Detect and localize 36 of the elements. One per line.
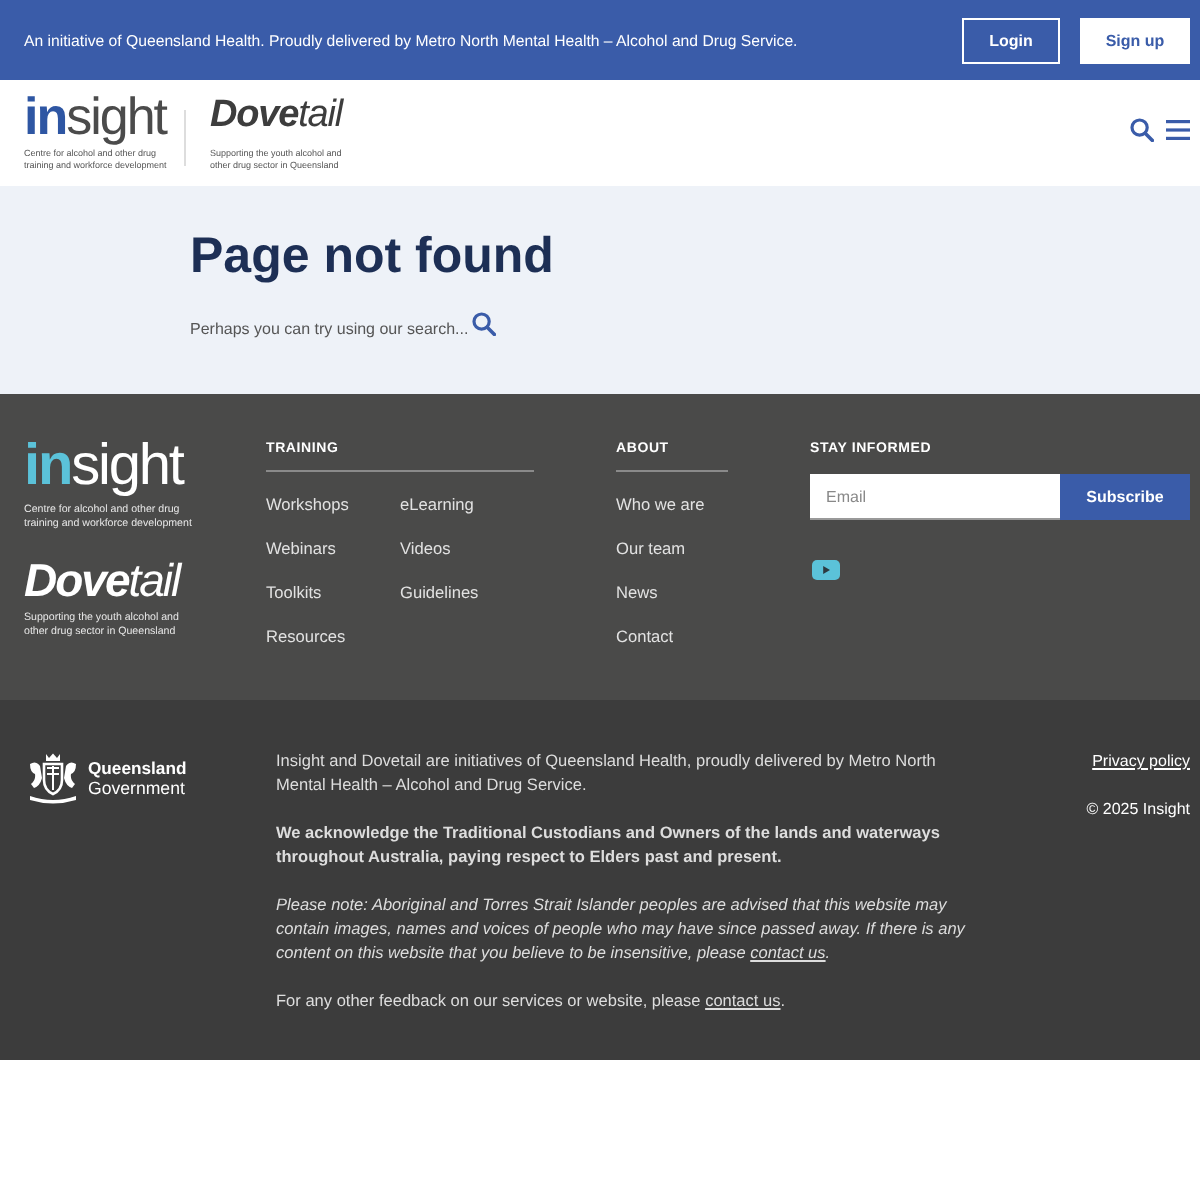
footer-link[interactable]: Guidelines [400, 580, 479, 604]
page-title: Page not found [190, 226, 554, 286]
email-field[interactable]: Email [810, 474, 1060, 520]
footer-link[interactable]: Toolkits [266, 580, 322, 604]
menu-icon[interactable] [1166, 119, 1190, 139]
footer-link[interactable]: eLearning [400, 492, 474, 516]
copyright-text: © 2025 Insight [1086, 798, 1190, 822]
footer-link[interactable]: Resources [266, 624, 346, 648]
footer-link[interactable]: News [616, 580, 658, 604]
acknowledgement-text: We acknowledge the Traditional Custodians and Owners of the lands and waterways throughout Australia, paying respect to Elders past and present. [276, 822, 942, 870]
login-button[interactable]: Login [962, 17, 1060, 63]
subscribe-button[interactable]: Subscribe [1060, 474, 1190, 520]
footer-link[interactable]: Videos [400, 536, 451, 560]
video-play-icon[interactable] [812, 560, 840, 580]
notice-text: Please note: Aboriginal and Torres Strait Islander peoples are advised that this website may contain images, names and voices of people who may have since passed away. If there is any content on this website that you believe to be insensitive, please contact us. [276, 894, 968, 966]
feedback-text: For any other feedback on our services or website, please contact us. [276, 990, 788, 1014]
contact-link[interactable]: contact us [705, 992, 781, 1010]
privacy-link[interactable]: Privacy policy [1092, 750, 1190, 774]
search-hint-text: Perhaps you can try using our search... [190, 318, 469, 342]
contact-link[interactable]: contact us [750, 944, 826, 962]
site-logo[interactable]: Dovetail [24, 558, 186, 605]
footer-link[interactable]: Contact [616, 624, 674, 648]
site-logo[interactable]: insight [24, 438, 183, 496]
crest-icon [26, 752, 80, 806]
footer-link[interactable]: Our team [616, 536, 686, 560]
search-icon[interactable] [1130, 117, 1154, 141]
footer-link[interactable]: Who we are [616, 492, 705, 516]
attribution-text: Insight and Dovetail are initiatives of Queensland Health, proudly delivered by Metro North Mental Health – Alcohol and Drug Service. [276, 750, 938, 798]
search-icon[interactable] [472, 312, 497, 336]
government-title: Queensland [88, 758, 187, 778]
footer-link[interactable]: Workshops [266, 492, 349, 516]
site-logo[interactable]: insight [24, 90, 167, 143]
footer-link[interactable]: Webinars [266, 536, 336, 560]
government-subtitle: Government [88, 778, 187, 798]
site-logo[interactable]: Dovetail [210, 96, 348, 135]
sign-up-button[interactable]: Sign up [1080, 17, 1190, 63]
